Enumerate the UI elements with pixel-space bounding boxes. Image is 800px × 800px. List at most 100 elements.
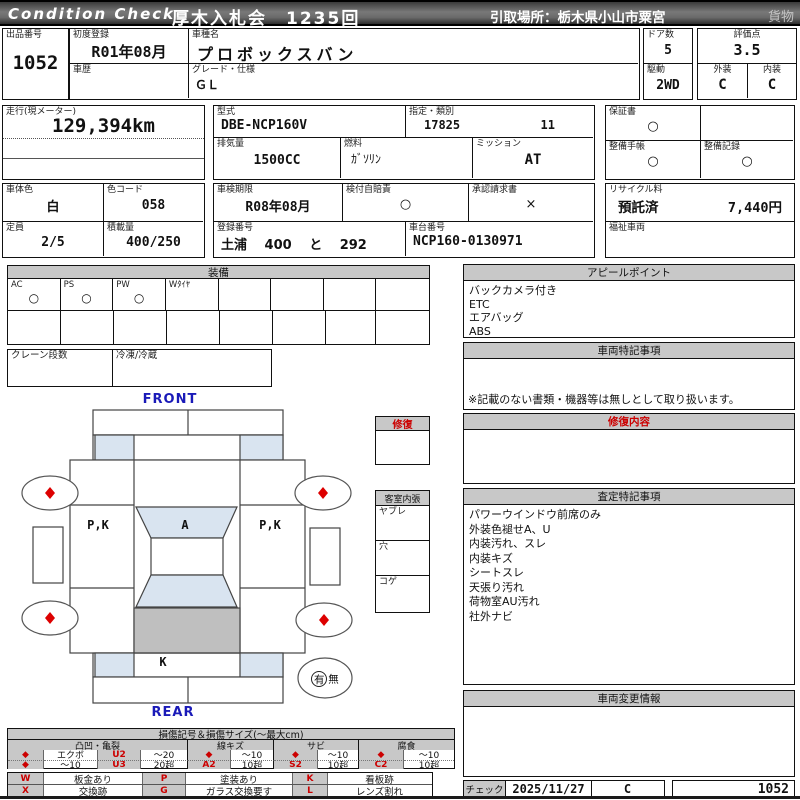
condition-check-logo: Condition Check	[8, 5, 176, 23]
legend-val: 10超	[318, 759, 359, 769]
history-label: 車歴	[73, 65, 92, 75]
exterior-value: C	[718, 76, 727, 93]
right-side-rect	[309, 527, 341, 586]
first-registration-label: 初度登録	[73, 30, 110, 40]
warranty-cell: 保証書 ○	[606, 106, 701, 141]
appeal-items: バックカメラ付き ETC エアバッグ ABS	[469, 284, 557, 338]
maintenance-book-label: 整備手帳	[609, 142, 646, 152]
equip-empty-cell	[271, 279, 324, 310]
code-meaning: 板金あり	[44, 773, 143, 784]
equipment-row-2	[8, 311, 376, 344]
fuel-label: 燃料	[344, 139, 363, 149]
transmission-cell: ミッション AT	[473, 138, 593, 178]
inspection-value: R08年08月	[245, 199, 311, 215]
legend-code: U3	[98, 759, 141, 769]
legend-sym: ◆	[8, 750, 44, 760]
appeal-title: アピールポイント	[464, 265, 794, 281]
repair-mini-title: 修復	[376, 417, 429, 431]
roof-shape	[150, 537, 224, 576]
equipment-table: 装備 AC ○ PS ○ PW ○ Wﾀｲﾔ	[7, 265, 430, 345]
drive-label: 駆動	[647, 65, 666, 75]
legend-val: 〜10	[44, 759, 98, 769]
lot-number-box: 出品番号 1052	[2, 28, 69, 100]
cabin-row-label: 穴	[379, 542, 389, 552]
legend-code: C2	[359, 759, 404, 769]
recycle-cell: リサイクル料 預託済 7,440円	[606, 184, 794, 222]
legend-val: エクボ	[44, 750, 98, 760]
repair-details-body	[464, 430, 794, 436]
model-name-cell: 車種名 プロボックスバン	[189, 29, 638, 64]
left-panel-mark: P,K	[87, 518, 109, 532]
legend-code: U2	[98, 750, 141, 760]
model-name-value: プロボックスバン	[197, 45, 358, 64]
doors-value: 5	[664, 42, 672, 58]
interior-value: C	[767, 76, 777, 93]
legend-title: 損傷記号＆損傷サイズ(〜最大cm)	[8, 729, 454, 741]
color-code-value: 058	[141, 197, 166, 213]
vehicle-notes-note: ※記載のない書類・機器等は無しとして取り扱います。	[468, 393, 740, 406]
legend-val: 10超	[404, 759, 454, 769]
legend-group-corrosion: 腐食	[359, 740, 454, 750]
transmission-value: AT	[524, 152, 542, 168]
recycle-fee: 7,440円	[727, 200, 782, 216]
legend-val: 〜10	[418, 751, 440, 760]
spare-yes-circled: 有	[311, 671, 328, 687]
class-label: 指定・類別	[409, 107, 455, 117]
drive-cell: 駆動 2WD	[644, 64, 692, 98]
cabin-interior-box: 客室内張 ヤブレ 穴 コゲ	[375, 490, 430, 613]
doors-label: ドア数	[647, 30, 675, 40]
code-meaning: 看板跡	[365, 774, 394, 785]
legend-group-rust: サビ	[274, 740, 359, 750]
capacity-cell: 定員 2/5	[3, 222, 104, 256]
chassis-label: 車台番号	[409, 223, 446, 233]
cabin-row-hole: 穴	[376, 541, 429, 576]
change-info-body	[464, 707, 794, 713]
legend-val: 10超	[231, 759, 274, 769]
assessment-items: パワーウインドウ前席のみ 外装色褪せA、U 内装汚れ、スレ 内装キズ シートスレ…	[469, 508, 601, 623]
doors-cell: ドア数 5	[644, 29, 692, 64]
recycle-status: 預託済	[618, 200, 659, 216]
insurance-label: 検付自賠責	[346, 185, 392, 195]
rear-glass-shape	[135, 574, 238, 608]
equip-empty-cell	[324, 279, 377, 310]
legend-val: 〜10	[231, 750, 274, 760]
auction-condition-sheet: Condition Check 厚木入札会 1235回 引取場所：栃木県小山市粟…	[0, 0, 800, 800]
code-letter: K	[293, 773, 328, 784]
body-color-label: 車体色	[6, 185, 34, 195]
color-code-label: 色コード	[107, 185, 144, 195]
score-value: 3.5	[733, 41, 761, 59]
windshield-mark: A	[181, 518, 189, 532]
equip-empty-cell	[376, 279, 429, 310]
documents-box: 保証書 ○ 整備手帳 ○ 整備記録 ○	[605, 105, 795, 180]
model-code-label: 型式	[217, 107, 236, 117]
auction-title: 厚木入札会 1235回	[172, 9, 361, 29]
rear-right-corner	[239, 652, 284, 678]
drive-value: 2WD	[656, 77, 680, 93]
repair-details-panel: 修復内容	[463, 413, 795, 484]
insurance-value: ○	[399, 196, 412, 212]
score-box: 評価点 3.5 外装 C 内装 C	[697, 28, 797, 100]
lot-number-label: 出品番号	[6, 30, 43, 40]
capacity-value: 2/5	[41, 234, 65, 250]
freezer-label: 冷凍/冷蔵	[116, 350, 158, 361]
cabin-row-label: コゲ	[379, 577, 398, 587]
bottom-rule	[0, 796, 800, 799]
cabin-row-burn: コゲ	[376, 576, 429, 611]
recycle-label: リサイクル料	[609, 185, 663, 195]
rear-mark: K	[159, 655, 167, 669]
inspection-box: 車検期限 R08年08月 検付自賠責 ○ 承認請求書 × 登録番号 土浦 400…	[213, 183, 595, 258]
chassis-cell: 車台番号 NCP160-0130971	[406, 222, 593, 256]
check-date: 2025/11/27	[506, 781, 592, 797]
change-info-panel: 車両変更情報	[463, 690, 795, 777]
cabin-interior-title: 客室内張	[376, 491, 429, 506]
load-label: 積載量	[107, 223, 135, 233]
body-color-value: 白	[46, 199, 60, 215]
warranty-value: ○	[647, 118, 659, 134]
legend-group-scratch: 線キズ	[188, 740, 274, 750]
transmission-label: ミッション	[476, 139, 522, 149]
right-panel-mark: P,K	[259, 518, 281, 532]
cargo-area-shape	[133, 607, 241, 654]
legend-group-row: 凸凹・亀裂 線キズ サビ 腐食	[8, 740, 454, 750]
legend-val: 〜20	[141, 750, 188, 760]
registration-value: 土浦 400 と 292	[221, 238, 367, 253]
